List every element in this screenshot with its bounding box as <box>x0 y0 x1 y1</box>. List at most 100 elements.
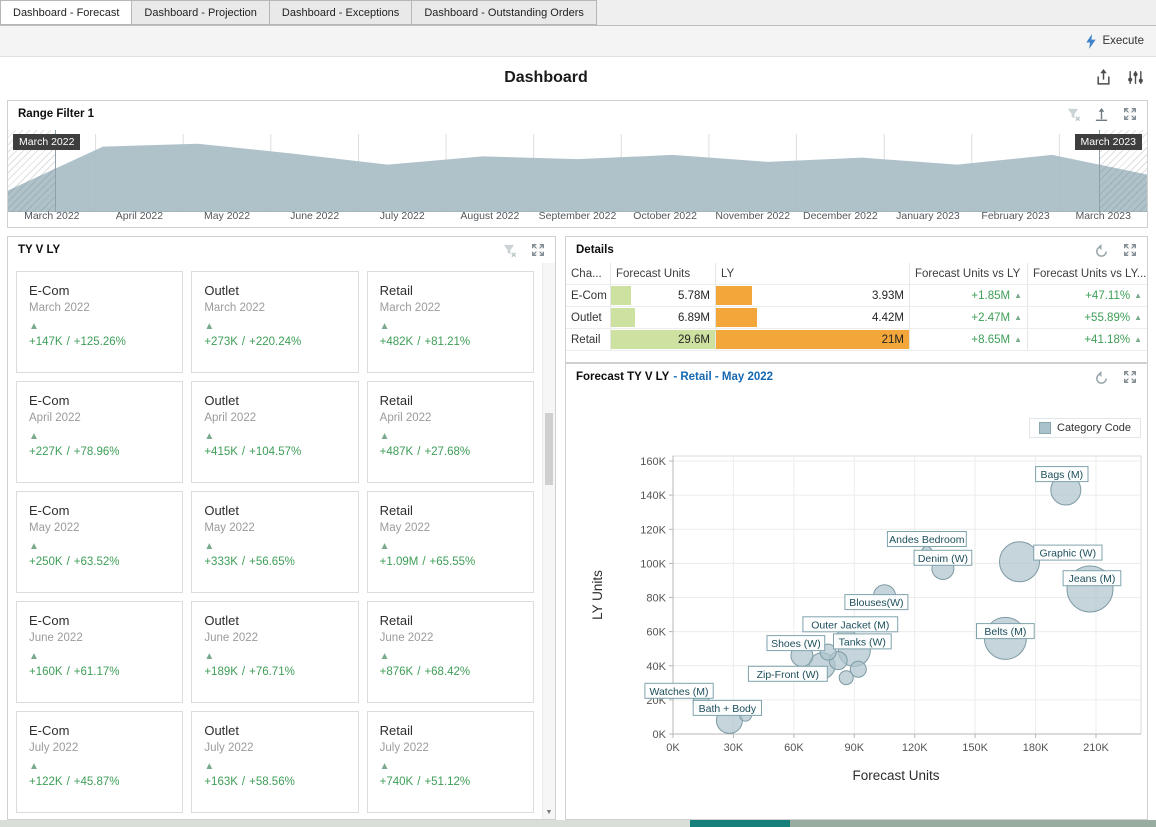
forecast-bubble-chart[interactable]: 0K 30K 60K 90K 120K 150K 180K 210K0K20K40K60K80… <box>566 390 1149 810</box>
scrollbar-thumb[interactable] <box>545 413 553 485</box>
select-interval-button[interactable] <box>1094 107 1109 122</box>
details-row[interactable]: Retail 29.6M 21M +8.65M ▲ +41.18% ▲ <box>566 329 1147 351</box>
kpi-card[interactable]: Retail April 2022 ▲ +487K / +27.68% <box>366 381 534 483</box>
card-delta: +333K <box>204 556 238 568</box>
card-channel: Outlet <box>204 503 240 518</box>
kpi-card[interactable]: E-Com July 2022 ▲ +122K / +45.87% <box>16 711 184 813</box>
select-interval-icon <box>1095 107 1108 121</box>
x-tick-label: 150K <box>962 742 988 754</box>
svg-text:Watches (M): Watches (M) <box>649 686 708 698</box>
kpi-card[interactable]: Retail May 2022 ▲ +1.09M / +65.55% <box>366 491 534 593</box>
lightning-icon <box>1086 33 1097 49</box>
y-tick-label: 40K <box>646 661 666 673</box>
bubble-label: Watches (M) <box>644 682 714 699</box>
clear-filter-button[interactable] <box>1066 107 1081 122</box>
panel-title: TY V LY <box>18 244 61 256</box>
card-period: June 2022 <box>204 632 259 644</box>
kpi-card[interactable]: E-Com May 2022 ▲ +250K / +63.52% <box>16 491 184 593</box>
cell-vs-ly-pct: +41.18% ▲ <box>1028 329 1147 350</box>
toolbar: Execute <box>0 26 1156 57</box>
taskbar-segment <box>0 820 690 827</box>
kpi-card[interactable]: Retail March 2022 ▲ +482K / +81.21% <box>366 271 534 373</box>
kpi-card[interactable]: Retail June 2022 ▲ +876K / +68.42% <box>366 601 534 703</box>
column-header[interactable]: Forecast Units <box>611 263 716 284</box>
kpi-card[interactable]: Outlet April 2022 ▲ +415K / +104.57% <box>191 381 359 483</box>
cell-channel: Retail <box>566 329 611 350</box>
bubble-label: Shoes (W) <box>766 635 826 652</box>
card-pct: +125.26% <box>73 336 126 348</box>
svg-text:Andes Bedroom: Andes Bedroom <box>889 534 965 546</box>
column-header[interactable]: Forecast Units vs LY <box>910 263 1028 284</box>
legend[interactable]: Category Code <box>1029 418 1141 438</box>
tab-dashboard-outstanding-orders[interactable]: Dashboard - Outstanding Orders <box>412 0 597 25</box>
maximize-button[interactable] <box>530 243 545 258</box>
card-period: May 2022 <box>29 522 80 534</box>
separator: / <box>66 446 70 458</box>
separator: / <box>241 666 246 678</box>
parameters-button[interactable] <box>1126 68 1144 86</box>
scrollbar[interactable]: ▼ <box>542 263 555 819</box>
scroll-down-button[interactable]: ▼ <box>543 806 555 819</box>
card-channel: Retail <box>379 723 413 738</box>
tab-dashboard-projection[interactable]: Dashboard - Projection <box>132 0 270 25</box>
card-delta: +160K <box>29 666 63 678</box>
up-triangle-icon: ▲ <box>1014 291 1022 300</box>
kpi-card[interactable]: Outlet June 2022 ▲ +189K / +76.71% <box>191 601 359 703</box>
range-filter-chart[interactable]: March 2022 March 2023 <box>8 130 1147 212</box>
card-period: May 2022 <box>204 522 255 534</box>
separator: / <box>241 446 246 458</box>
range-axis-label: October 2022 <box>633 210 697 222</box>
card-channel: Retail <box>379 613 413 628</box>
tab-dashboard-forecast[interactable]: Dashboard - Forecast <box>0 0 133 25</box>
maximize-button[interactable] <box>1122 243 1137 258</box>
kpi-card[interactable]: E-Com April 2022 ▲ +227K / +78.96% <box>16 381 184 483</box>
up-triangle-icon: ▲ <box>204 321 215 332</box>
up-triangle-icon: ▲ <box>379 431 390 442</box>
card-values: +163K / +58.56% <box>204 776 345 788</box>
kpi-card[interactable]: Outlet May 2022 ▲ +333K / +56.65% <box>191 491 359 593</box>
taskbar-sliver[interactable] <box>0 820 1156 827</box>
svg-text:Jeans (M): Jeans (M) <box>1069 573 1116 585</box>
up-triangle-icon: ▲ <box>1134 313 1142 322</box>
execute-button[interactable]: Execute <box>1073 31 1156 52</box>
details-row[interactable]: Outlet 6.89M 4.42M +2.47M ▲ +55.89% ▲ <box>566 307 1147 329</box>
bubble[interactable] <box>838 670 854 686</box>
column-header[interactable]: Forecast Units vs LY... <box>1028 263 1147 284</box>
kpi-card[interactable]: Outlet March 2022 ▲ +273K / +220.24% <box>191 271 359 373</box>
legend-label: Category Code <box>1057 422 1131 434</box>
kpi-card[interactable]: E-Com March 2022 ▲ +147K / +125.26% <box>16 271 184 373</box>
forecast-value: 29.6M <box>678 333 710 346</box>
y-tick-label: 100K <box>640 558 666 570</box>
card-values: +250K / +63.52% <box>29 556 170 568</box>
svg-text:Tanks (W): Tanks (W) <box>839 636 886 648</box>
vs-pct-value: +55.89% <box>1084 311 1131 324</box>
kpi-card[interactable]: Outlet July 2022 ▲ +163K / +58.56% <box>191 711 359 813</box>
card-delta: +227K <box>29 446 63 458</box>
card-channel: Retail <box>379 283 413 298</box>
kpi-card[interactable]: E-Com June 2022 ▲ +160K / +61.17% <box>16 601 184 703</box>
range-axis-label: March 2023 <box>1075 210 1131 222</box>
undo-button[interactable] <box>1094 243 1109 258</box>
separator: / <box>241 336 246 348</box>
tab-bar: Dashboard - Forecast Dashboard - Projecti… <box>0 0 1156 26</box>
card-pct: +76.71% <box>249 666 295 678</box>
up-triangle-icon: ▲ <box>1134 335 1142 344</box>
details-row[interactable]: E-Com 5.78M 3.93M +1.85M ▲ +47.11% ▲ <box>566 285 1147 307</box>
export-button[interactable] <box>1094 68 1112 86</box>
clear-filter-icon <box>1067 108 1081 121</box>
clear-filter-button[interactable] <box>502 243 517 258</box>
card-period: March 2022 <box>204 302 266 314</box>
maximize-button[interactable] <box>1122 370 1137 385</box>
maximize-icon <box>531 244 544 256</box>
undo-button[interactable] <box>1094 370 1109 385</box>
x-tick-label: 30K <box>724 742 744 754</box>
tab-dashboard-exceptions[interactable]: Dashboard - Exceptions <box>269 0 413 25</box>
chevron-down-icon: ▼ <box>545 809 553 816</box>
column-header[interactable]: LY <box>716 263 910 284</box>
card-period: April 2022 <box>204 412 257 424</box>
bubble-label: Bags (M) <box>1035 466 1089 483</box>
kpi-card[interactable]: Retail July 2022 ▲ +740K / +51.12% <box>366 711 534 813</box>
cell-channel: Outlet <box>566 307 611 328</box>
column-header[interactable]: Cha... <box>566 263 611 284</box>
maximize-button[interactable] <box>1122 107 1137 122</box>
